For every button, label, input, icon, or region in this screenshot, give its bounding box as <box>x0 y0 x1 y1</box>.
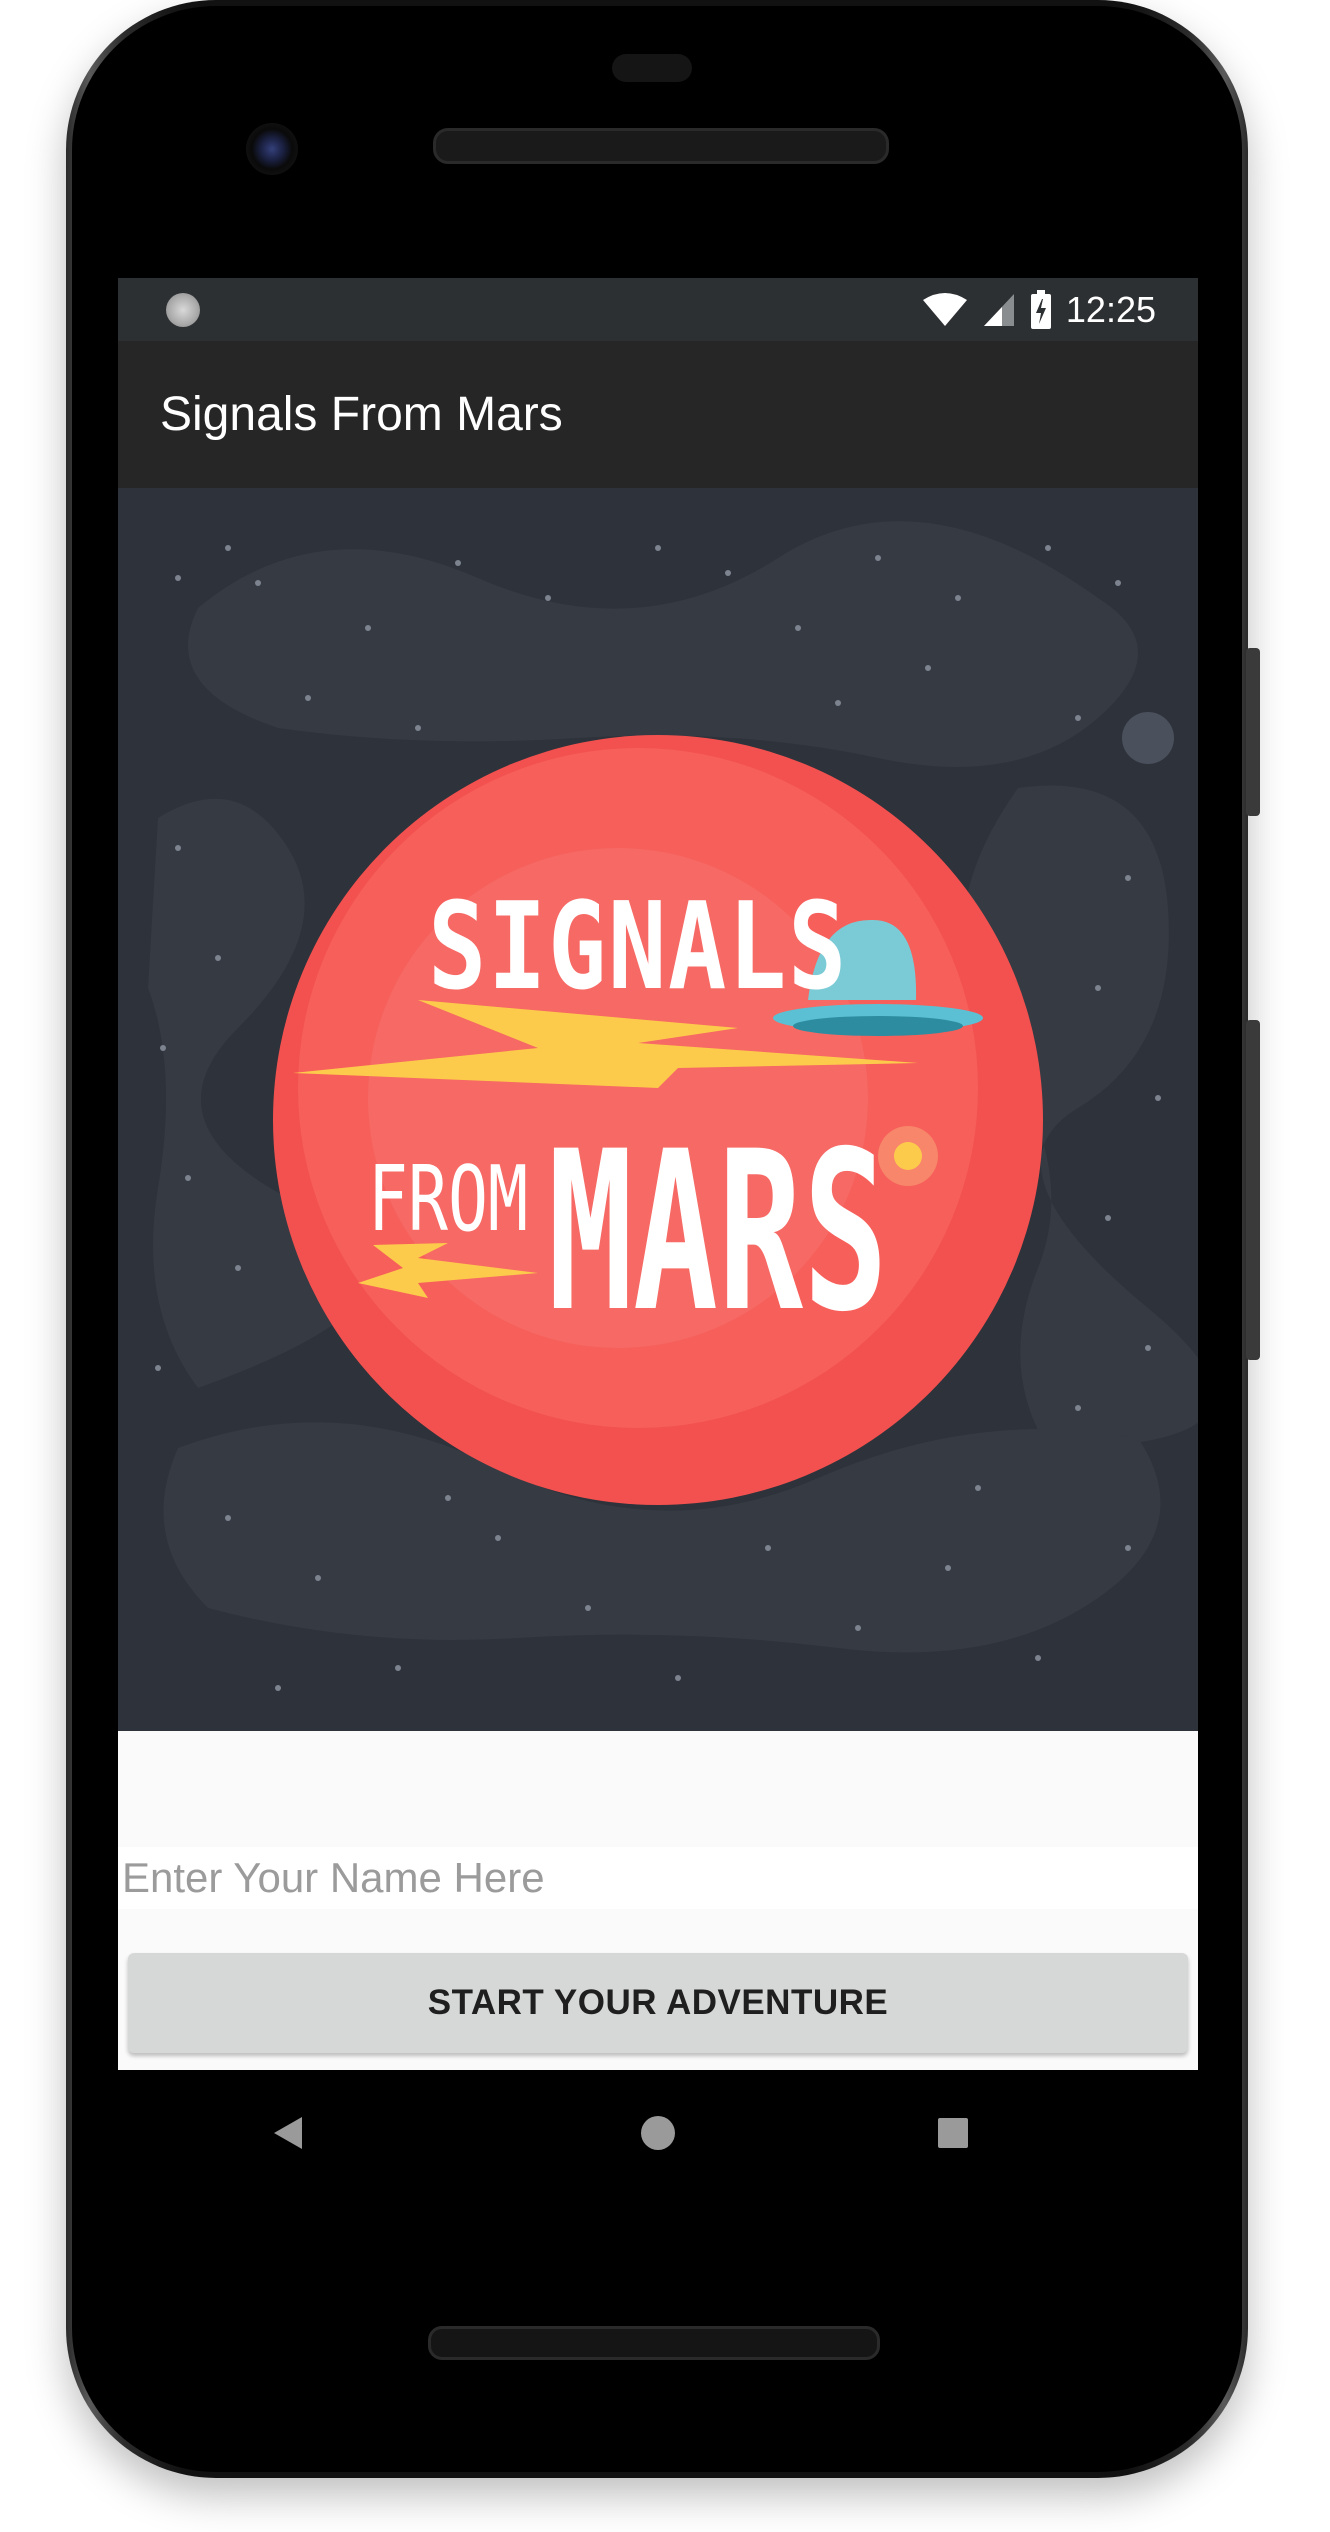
status-icons: 12:25 <box>922 278 1156 341</box>
screen: 12:25 Signals From Mars SIGNALS FROM MAR… <box>118 278 1198 2070</box>
wifi-icon <box>922 292 967 326</box>
back-icon <box>274 2117 302 2149</box>
form-area: START YOUR ADVENTURE <box>118 1731 1198 2070</box>
sync-icon <box>166 293 200 327</box>
game-logo: SIGNALS FROM MARS <box>368 878 888 1360</box>
app-title: Signals From Mars <box>160 388 563 441</box>
home-button[interactable] <box>623 2098 693 2168</box>
start-adventure-button[interactable]: START YOUR ADVENTURE <box>128 1953 1188 2053</box>
nav-bar <box>118 2070 1198 2196</box>
power-button <box>1246 648 1260 816</box>
logo-mars: MARS <box>548 1104 888 1360</box>
logo-from: FROM <box>368 1147 528 1252</box>
earpiece-speaker <box>433 128 889 164</box>
battery-charging-icon <box>1030 289 1051 329</box>
hero-image: SIGNALS FROM MARS <box>118 488 1198 1731</box>
bottom-speaker <box>428 2326 880 2360</box>
volume-button <box>1246 1020 1260 1360</box>
proximity-sensor <box>612 54 692 82</box>
name-input[interactable] <box>118 1847 1198 1909</box>
cell-signal-icon <box>983 293 1014 326</box>
app-bar: Signals From Mars <box>118 341 1198 488</box>
home-icon <box>641 2116 675 2150</box>
status-bar: 12:25 <box>118 278 1198 341</box>
recents-icon <box>938 2118 968 2148</box>
recents-button[interactable] <box>918 2098 988 2168</box>
logo-signals: SIGNALS <box>428 878 848 1017</box>
status-time: 12:25 <box>1065 288 1156 330</box>
front-camera <box>246 123 298 175</box>
back-button[interactable] <box>253 2098 323 2168</box>
